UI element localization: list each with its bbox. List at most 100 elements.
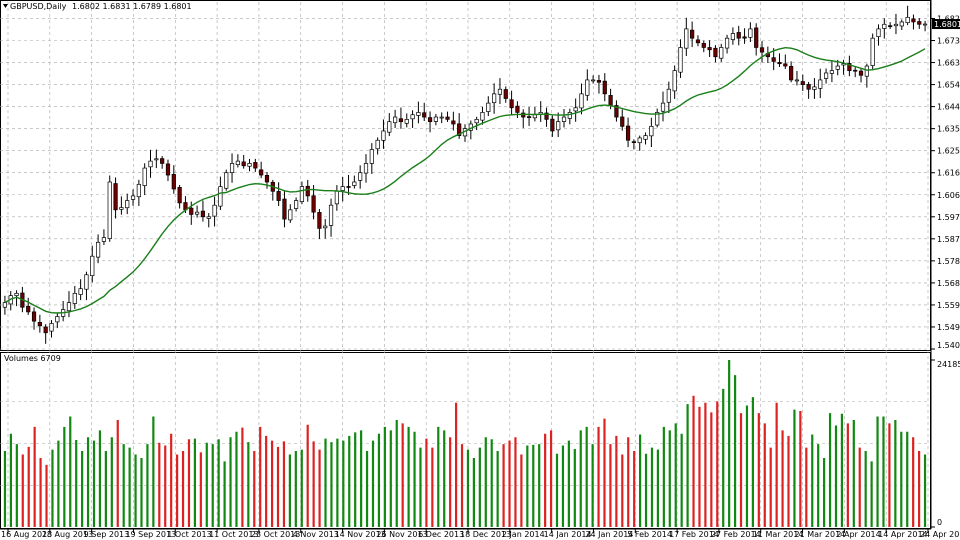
candle-up	[486, 102, 491, 112]
candle-down	[853, 69, 858, 72]
candle-down	[608, 95, 613, 106]
candle-up	[142, 167, 147, 186]
candle-down	[241, 161, 246, 167]
candle-down	[777, 62, 782, 65]
candle-up	[49, 323, 54, 332]
candle-up	[14, 292, 19, 296]
candle-up	[893, 23, 899, 27]
candle-down	[445, 116, 450, 120]
candle-down	[742, 36, 747, 39]
candle-up	[823, 72, 829, 79]
current-price-marker: 1.6801	[932, 19, 960, 30]
candle-up	[101, 237, 107, 242]
candle-up	[334, 190, 339, 205]
candle-down	[427, 117, 433, 123]
price-tick-label: 1.6065	[937, 191, 960, 200]
candle-down	[754, 27, 759, 48]
date-tick-label: 9 Sep 2013	[84, 530, 130, 539]
price-tick-label: 1.6445	[937, 103, 960, 112]
volumes-label: Volumes 6709	[4, 354, 61, 363]
candle-down	[171, 174, 176, 190]
candle-down	[451, 120, 456, 125]
gbpusd-chart[interactable]: 1.68251.67301.66351.65401.64451.63501.62…	[0, 0, 960, 540]
candle-up	[72, 292, 77, 304]
candle-up	[404, 119, 409, 124]
candle-up	[561, 116, 567, 122]
date-tick-label: 24 Apr 2014	[920, 530, 960, 539]
volume-panel-frame	[0, 352, 931, 529]
candle-up	[864, 65, 869, 77]
candle-up	[818, 79, 823, 89]
candle-down	[113, 183, 118, 211]
candle-up	[393, 116, 398, 124]
candle-up	[363, 163, 369, 174]
candle-up	[90, 255, 95, 277]
candle-up	[154, 158, 159, 161]
candle-up	[375, 139, 380, 150]
candle-down	[509, 99, 514, 109]
date-tick-label: 6 Dec 2013	[418, 530, 464, 539]
candle-up	[206, 216, 211, 219]
candle-down	[282, 198, 287, 220]
candle-up	[299, 186, 305, 202]
candle-up	[212, 204, 217, 217]
candle-up	[905, 16, 910, 24]
candle-up	[78, 288, 83, 295]
candle-down	[917, 21, 922, 25]
candle-down	[503, 89, 508, 99]
candle-up	[748, 28, 753, 38]
candle-up	[195, 211, 200, 215]
price-axis-ticks: 1.68251.67301.66351.65401.64451.63501.62…	[931, 14, 960, 350]
candle-down	[701, 43, 706, 48]
candle-down	[789, 66, 794, 81]
date-tick-label: 2 Apr 2014	[836, 530, 880, 539]
price-tick-label: 1.6635	[937, 59, 960, 68]
candle-up	[829, 70, 835, 74]
price-tick-label: 1.5400	[937, 341, 960, 350]
candle-up	[84, 274, 89, 290]
candle-down	[911, 18, 916, 23]
candle-down	[346, 186, 351, 188]
candle-down	[311, 195, 316, 213]
candle-up	[556, 121, 561, 131]
candle-down	[160, 158, 165, 164]
candle-up	[643, 135, 648, 140]
volume-axis-ticks: 24185 0	[931, 359, 960, 528]
candle-down	[707, 47, 712, 51]
candle-down	[526, 116, 532, 118]
candle-up	[870, 37, 875, 66]
candle-down	[515, 105, 520, 113]
price-tick-label: 1.6730	[937, 37, 960, 46]
candle-down	[37, 322, 42, 327]
candle-up	[684, 28, 689, 49]
candle-down	[26, 305, 31, 313]
candle-up	[235, 160, 240, 166]
candle-down	[596, 80, 602, 83]
price-tick-label: 1.5495	[937, 323, 960, 332]
candle-down	[783, 63, 788, 67]
candle-up	[55, 316, 60, 323]
candle-down	[625, 125, 631, 141]
candle-up	[876, 28, 881, 37]
candle-down	[31, 311, 37, 322]
candle-up	[218, 186, 223, 207]
candle-down	[305, 185, 310, 197]
candle-up	[95, 241, 101, 258]
candle-up	[899, 21, 904, 27]
candle-up	[439, 116, 444, 119]
candle-up	[148, 160, 153, 168]
price-tick-label: 1.5970	[937, 213, 960, 222]
date-tick-label: 5 Feb 2014	[627, 530, 672, 539]
candle-up	[410, 114, 415, 120]
candle-up	[567, 112, 572, 119]
symbol-label: GBPUSD,Daily	[10, 2, 67, 11]
candle-down	[759, 47, 765, 53]
date-tick-label: 4 Nov 2013	[293, 530, 339, 539]
price-tick-label: 1.5780	[937, 257, 960, 266]
candle-up	[666, 88, 671, 103]
candle-up	[387, 121, 392, 133]
candle-up	[579, 93, 584, 109]
candle-up	[66, 302, 72, 312]
candle-up	[649, 125, 654, 137]
price-panel-frame	[0, 0, 931, 351]
